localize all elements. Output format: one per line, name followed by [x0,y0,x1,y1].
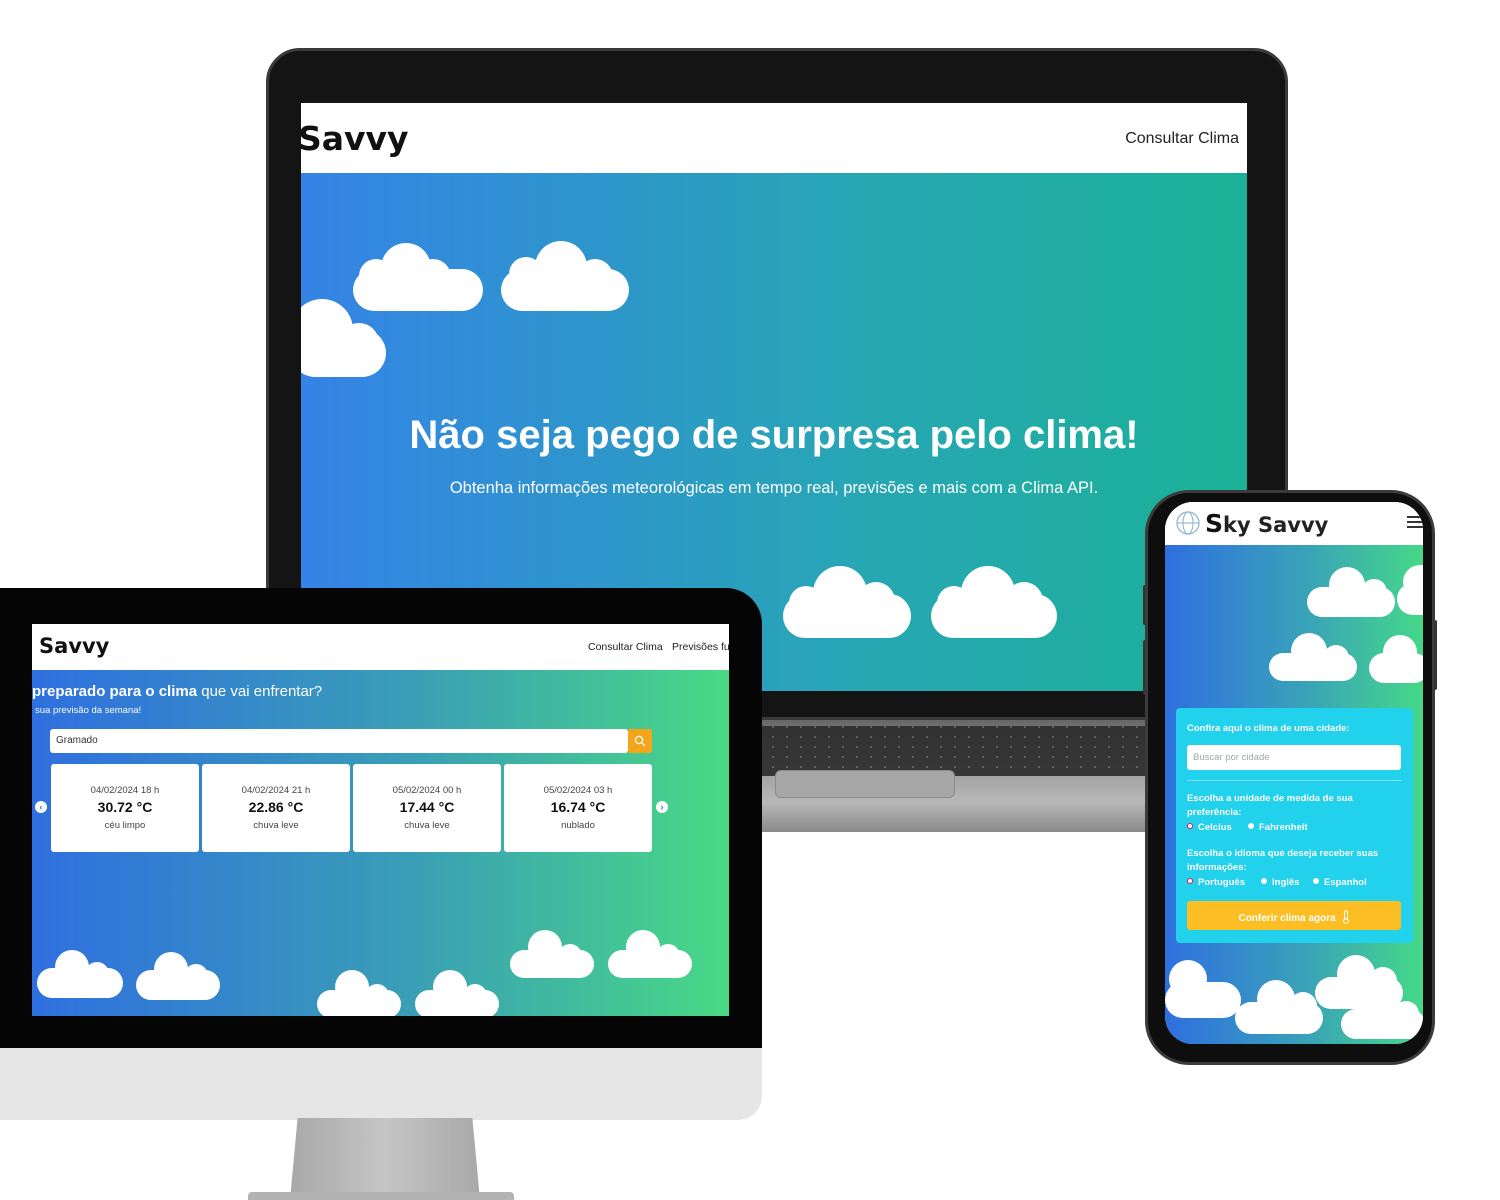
forecast-card: 04/02/2024 18 h 30.72 °C céu limpo [51,764,199,852]
cloud-icon [301,299,391,379]
hero-heading: preparado para o clima que vai enfrentar… [32,683,322,700]
monitor-chin [0,1048,762,1120]
phone-logo[interactable]: Sky Savvy [1205,509,1328,538]
forecast-date: 04/02/2024 18 h [90,785,160,796]
hamburger-icon[interactable] [1407,516,1423,528]
form-title: Confira aqui o clima de uma cidade: [1187,723,1350,734]
cloud-icon [415,970,499,1016]
city-search-input[interactable]: Buscar por cidade [1187,745,1401,770]
unit-label: Escolha a unidade de medida de sua prefe… [1187,793,1353,818]
cloud-icon [37,948,123,1000]
laptop-logo[interactable]: Savvy [301,119,409,158]
radio-fahrenheit[interactable]: Fahrenheit [1248,822,1308,833]
laptop-trackpad [775,770,955,798]
forecast-card: 04/02/2024 21 h 22.86 °C chuva leve [202,764,350,852]
cloud-icon [1369,635,1423,685]
cloud-icon [1397,565,1423,617]
radio-label: Celcius [1198,822,1232,833]
desktop-logo[interactable]: Savvy [39,634,109,658]
logo-text: ky Savvy [1223,513,1329,537]
logo-letter: S [1205,509,1224,538]
phone-screen: Sky Savvy Confira aqui o clima de uma ci… [1165,502,1423,1044]
cloud-icon [1341,989,1423,1041]
cloud-icon [317,970,401,1016]
hero-title: Não seja pego de surpresa pelo clima! [409,413,1139,457]
radio-portugues[interactable]: Português [1187,877,1245,888]
divider [1187,780,1401,781]
button-label: Conferir clima agora [1238,913,1336,924]
cloud-icon [1269,633,1359,683]
radio-label: Português [1198,877,1245,888]
carousel-next-button[interactable]: › [656,801,668,813]
monitor-screen: Savvy Consultar Clima Previsões fu prepa… [32,624,729,1016]
desktop-hero: preparado para o clima que vai enfrentar… [32,670,729,1016]
cloud-icon [608,930,692,980]
monitor-foot [248,1192,514,1200]
forecast-temp: 16.74 °C [550,799,606,815]
language-label: Escolha o idioma que deseja receber suas… [1187,848,1379,873]
globe-icon [1176,511,1200,535]
hero-heading-rest: que vai enfrentar? [197,683,323,700]
cloud-icon [1307,567,1397,619]
radio-label: Espanhol [1324,877,1367,888]
thermometer-icon [1342,910,1349,924]
cloud-icon [783,566,913,641]
forecast-temp: 17.44 °C [399,799,455,815]
forecast-temp: 22.86 °C [248,799,304,815]
forecast-card: 05/02/2024 03 h 16.74 °C nublado [504,764,652,852]
forecast-date: 04/02/2024 21 h [241,785,311,796]
forecast-desc: nublado [561,820,595,831]
forecast-date: 05/02/2024 00 h [392,785,462,796]
search-button[interactable] [628,729,652,753]
cloud-icon [1235,980,1325,1036]
check-weather-button[interactable]: Conferir clima agora [1187,901,1401,930]
search-icon [634,735,646,747]
hero-subtitle: sua previsão da semana! [35,705,142,716]
city-search-input[interactable]: Gramado [50,729,628,753]
forecast-temp: 30.72 °C [97,799,153,815]
phone-navbar: Sky Savvy [1165,502,1423,545]
radio-label: Inglês [1272,877,1300,888]
hero-heading-bold: preparado para o clima [32,683,198,700]
desktop-navbar: Savvy Consultar Clima Previsões fu [32,624,729,670]
nav-link-previsoes[interactable]: Previsões fu [672,641,729,653]
cloud-icon [931,566,1061,641]
monitor-stand [290,1118,480,1200]
forecast-card: 05/02/2024 00 h 17.44 °C chuva leve [353,764,501,852]
radio-ingles[interactable]: Inglês [1261,877,1299,888]
forecast-desc: céu limpo [104,820,146,831]
forecast-date: 05/02/2024 03 h [543,785,613,796]
laptop-keyboard [760,726,1160,776]
carousel-prev-button[interactable]: ‹ [35,801,47,813]
cloud-icon [501,241,631,316]
radio-espanhol[interactable]: Espanhol [1313,877,1367,888]
forecast-desc: chuva leve [404,820,450,831]
nav-link-consultar-clima[interactable]: Consultar Clima [588,641,663,653]
laptop-navbar: Savvy Consultar Clima [301,103,1247,173]
cloud-icon [510,930,594,980]
forecast-desc: chuva leve [253,820,299,831]
cloud-icon [1165,960,1245,1020]
hero-subtitle: Obtenha informações meteorológicas em te… [449,479,1099,497]
radio-celcius[interactable]: Celcius [1187,822,1232,833]
cloud-icon [136,950,220,1002]
nav-link-consultar-clima[interactable]: Consultar Clima [1125,130,1239,148]
city-weather-form: Confira aqui o clima de uma cidade: Busc… [1176,708,1413,943]
radio-label: Fahrenheit [1259,822,1308,833]
phone-hero: Confira aqui o clima de uma cidade: Busc… [1165,545,1423,1044]
